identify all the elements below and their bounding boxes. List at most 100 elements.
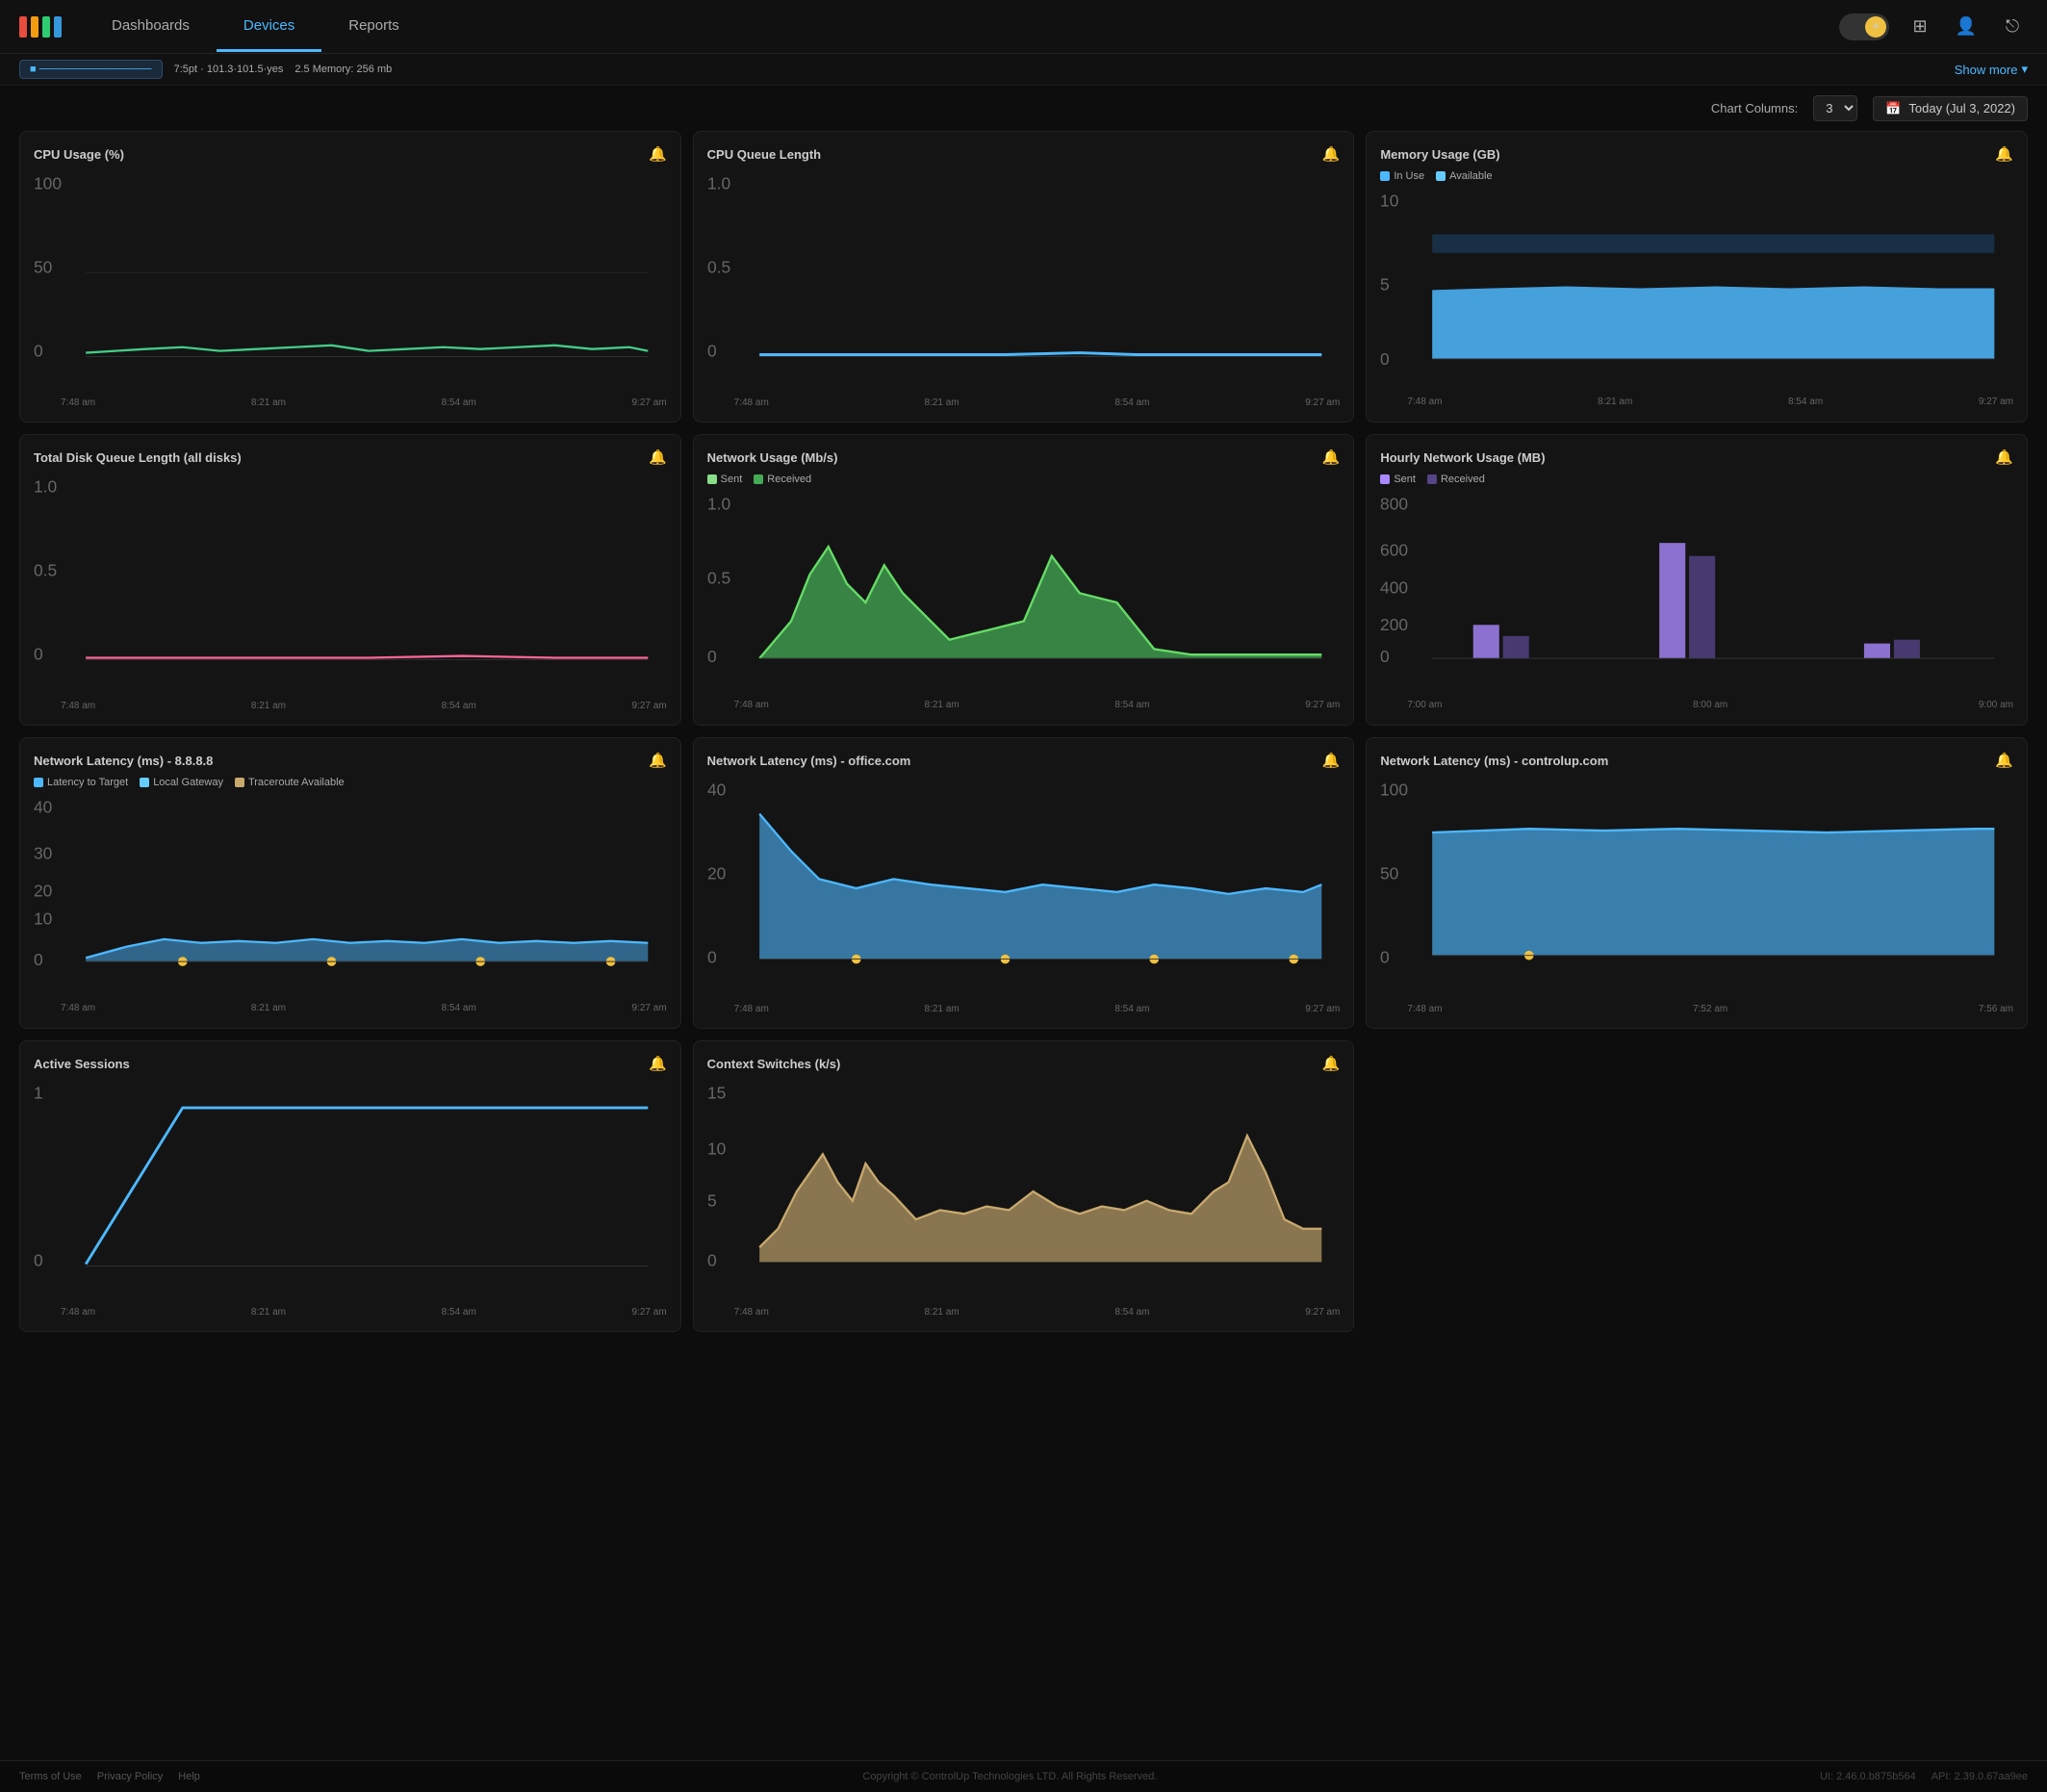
- chart-context-switches: Context Switches (k/s) 🔔 15 10 5 0 7:48 …: [693, 1040, 1355, 1332]
- bell-icon-hourly-network[interactable]: 🔔: [1995, 448, 2013, 466]
- chart-latency-office: Network Latency (ms) - office.com 🔔 40 2…: [693, 737, 1355, 1029]
- chart-area-latency-office: 40 20 0 7:48 am 8:21 am 8:54 am 9:27 am: [707, 777, 1341, 1014]
- chart-latency-888: Network Latency (ms) - 8.8.8.8 🔔 Latency…: [19, 737, 681, 1029]
- chart-area-network-usage: 1.0 0.5 0 7:48 am 8:21 am 8:54 am 9:27 a…: [707, 491, 1341, 710]
- footer-copyright: Copyright © ControlUp Technologies LTD. …: [862, 1771, 1157, 1782]
- legend-label-received-hourly: Received: [1441, 474, 1485, 485]
- chart-title-cpu-queue: CPU Queue Length: [707, 147, 821, 162]
- svg-text:30: 30: [34, 844, 52, 863]
- x-labels-latency-controlup: 7:48 am 7:52 am 7:56 am: [1380, 1004, 2013, 1014]
- x-labels-cpu-usage: 7:48 am 8:21 am 8:54 am 9:27 am: [34, 397, 667, 408]
- terms-link[interactable]: Terms of Use: [19, 1771, 82, 1782]
- chart-area-latency-888: 40 30 20 10 0 7:48 am 8:21 am: [34, 794, 667, 1013]
- bell-icon-network-usage[interactable]: 🔔: [1322, 448, 1341, 466]
- chevron-down-icon: ▾: [2021, 62, 2028, 77]
- svg-text:1.0: 1.0: [707, 494, 730, 513]
- chart-area-hourly-network: 800 600 400 200 0 7:00: [1380, 491, 2013, 710]
- user-icon[interactable]: 👤: [1951, 12, 1982, 42]
- logo-bar-green: [42, 16, 50, 38]
- svg-text:0: 0: [707, 1251, 717, 1270]
- toggle-knob: ☀: [1865, 16, 1886, 38]
- svg-text:10: 10: [34, 909, 52, 929]
- logo: [19, 16, 62, 38]
- show-more-button[interactable]: Show more ▾: [1955, 62, 2028, 77]
- bell-icon-latency-888[interactable]: 🔔: [649, 752, 667, 769]
- device-info-bar: ■ ─────────────── 7:5pt · 101.3·101.5·ye…: [19, 60, 392, 79]
- chart-latency-controlup: Network Latency (ms) - controlup.com 🔔 1…: [1366, 737, 2028, 1029]
- chart-svg-cpu-queue: 1.0 0.5 0: [707, 170, 1341, 394]
- privacy-link[interactable]: Privacy Policy: [97, 1771, 163, 1782]
- bell-icon-context-switches[interactable]: 🔔: [1322, 1055, 1341, 1072]
- svg-text:200: 200: [1380, 615, 1408, 634]
- svg-text:0: 0: [707, 948, 717, 967]
- bell-icon-active-sessions[interactable]: 🔔: [649, 1055, 667, 1072]
- svg-text:0: 0: [707, 647, 717, 666]
- grid-icon[interactable]: ⊞: [1905, 12, 1935, 42]
- svg-text:1.0: 1.0: [707, 173, 730, 192]
- chart-area-disk-queue: 1.0 0.5 0 7:48 am 8:21 am 8:54 am 9:27 a…: [34, 474, 667, 711]
- svg-text:50: 50: [34, 257, 52, 276]
- top-bar: ■ ─────────────── 7:5pt · 101.3·101.5·ye…: [0, 54, 2047, 86]
- x-labels-latency-888: 7:48 am 8:21 am 8:54 am 9:27 am: [34, 1003, 667, 1013]
- svg-text:0.5: 0.5: [707, 257, 730, 276]
- svg-text:40: 40: [707, 781, 726, 800]
- exit-icon[interactable]: ⎋: [1997, 12, 2028, 42]
- chart-title-latency-888: Network Latency (ms) - 8.8.8.8: [34, 754, 213, 768]
- bell-icon-memory[interactable]: 🔔: [1995, 145, 2013, 163]
- logo-bar-orange: [31, 16, 38, 38]
- chart-area-latency-controlup: 100 50 0 7:48 am 7:52 am 7:56 am: [1380, 777, 2013, 1014]
- x-labels-context-switches: 7:48 am 8:21 am 8:54 am 9:27 am: [707, 1307, 1341, 1318]
- chart-title-disk-queue: Total Disk Queue Length (all disks): [34, 450, 242, 465]
- calendar-icon: 📅: [1885, 101, 1901, 116]
- navbar: Dashboards Devices Reports ☀ ⊞ 👤 ⎋: [0, 0, 2047, 54]
- bell-icon-latency-office[interactable]: 🔔: [1322, 752, 1341, 769]
- tab-dashboards[interactable]: Dashboards: [85, 2, 217, 52]
- svg-text:0: 0: [34, 341, 43, 360]
- bell-icon-cpu-usage[interactable]: 🔔: [649, 145, 667, 163]
- svg-text:10: 10: [707, 1139, 726, 1159]
- x-labels-latency-office: 7:48 am 8:21 am 8:54 am 9:27 am: [707, 1004, 1341, 1014]
- ui-version: UI: 2.46.0.b875b564: [1820, 1771, 1916, 1782]
- chart-title-latency-controlup: Network Latency (ms) - controlup.com: [1380, 754, 1608, 768]
- legend-dot-received: [754, 474, 763, 484]
- legend-dot-local-gw: [140, 778, 149, 787]
- svg-text:0: 0: [707, 341, 717, 360]
- svg-text:20: 20: [707, 864, 726, 883]
- date-picker[interactable]: 📅 Today (Jul 3, 2022): [1873, 96, 2028, 121]
- show-more-label: Show more: [1955, 63, 2018, 77]
- svg-text:600: 600: [1380, 541, 1408, 560]
- svg-text:100: 100: [1380, 781, 1408, 800]
- chart-cpu-queue: CPU Queue Length 🔔 1.0 0.5 0 7:48 am 8:2…: [693, 131, 1355, 422]
- svg-text:0: 0: [1380, 948, 1390, 967]
- chart-disk-queue: Total Disk Queue Length (all disks) 🔔 1.…: [19, 434, 681, 726]
- svg-text:1.0: 1.0: [34, 476, 57, 496]
- info-1: 7:5pt · 101.3·101.5·yes: [174, 64, 284, 75]
- legend-dot-latency-target: [34, 778, 43, 787]
- bell-icon-cpu-queue[interactable]: 🔔: [1322, 145, 1341, 163]
- svg-text:10: 10: [1380, 191, 1398, 210]
- chart-memory: Memory Usage (GB) 🔔 In Use Available 10 …: [1366, 131, 2028, 422]
- tab-reports[interactable]: Reports: [321, 2, 426, 52]
- chart-area-active-sessions: 1 0 7:48 am 8:21 am 8:54 am 9:27 am: [34, 1080, 667, 1318]
- chart-area-cpu-queue: 1.0 0.5 0 7:48 am 8:21 am 8:54 am 9:27 a…: [707, 170, 1341, 408]
- bell-icon-latency-controlup[interactable]: 🔔: [1995, 752, 2013, 769]
- chart-hourly-network: Hourly Network Usage (MB) 🔔 Sent Receive…: [1366, 434, 2028, 726]
- chart-title-latency-office: Network Latency (ms) - office.com: [707, 754, 911, 768]
- legend-label-received: Received: [767, 474, 811, 485]
- chart-svg-context-switches: 15 10 5 0: [707, 1080, 1341, 1303]
- svg-text:1: 1: [34, 1084, 43, 1103]
- svg-text:0: 0: [1380, 647, 1390, 666]
- help-link[interactable]: Help: [178, 1771, 200, 1782]
- svg-text:0.5: 0.5: [707, 569, 730, 588]
- nav-right: ☀ ⊞ 👤 ⎋: [1839, 12, 2028, 42]
- tab-devices[interactable]: Devices: [217, 2, 321, 52]
- svg-text:0: 0: [34, 950, 43, 969]
- columns-select[interactable]: 3 2 1: [1813, 95, 1857, 121]
- theme-toggle[interactable]: ☀: [1839, 13, 1889, 40]
- chart-title-active-sessions: Active Sessions: [34, 1057, 130, 1071]
- svg-text:5: 5: [1380, 274, 1390, 294]
- top-right: Show more ▾: [1955, 62, 2028, 77]
- legend-label-available: Available: [1449, 170, 1492, 182]
- chart-grid: CPU Usage (%) 🔔 100 50 0 7:48 am 8:21 am…: [19, 131, 2028, 1332]
- bell-icon-disk-queue[interactable]: 🔔: [649, 448, 667, 466]
